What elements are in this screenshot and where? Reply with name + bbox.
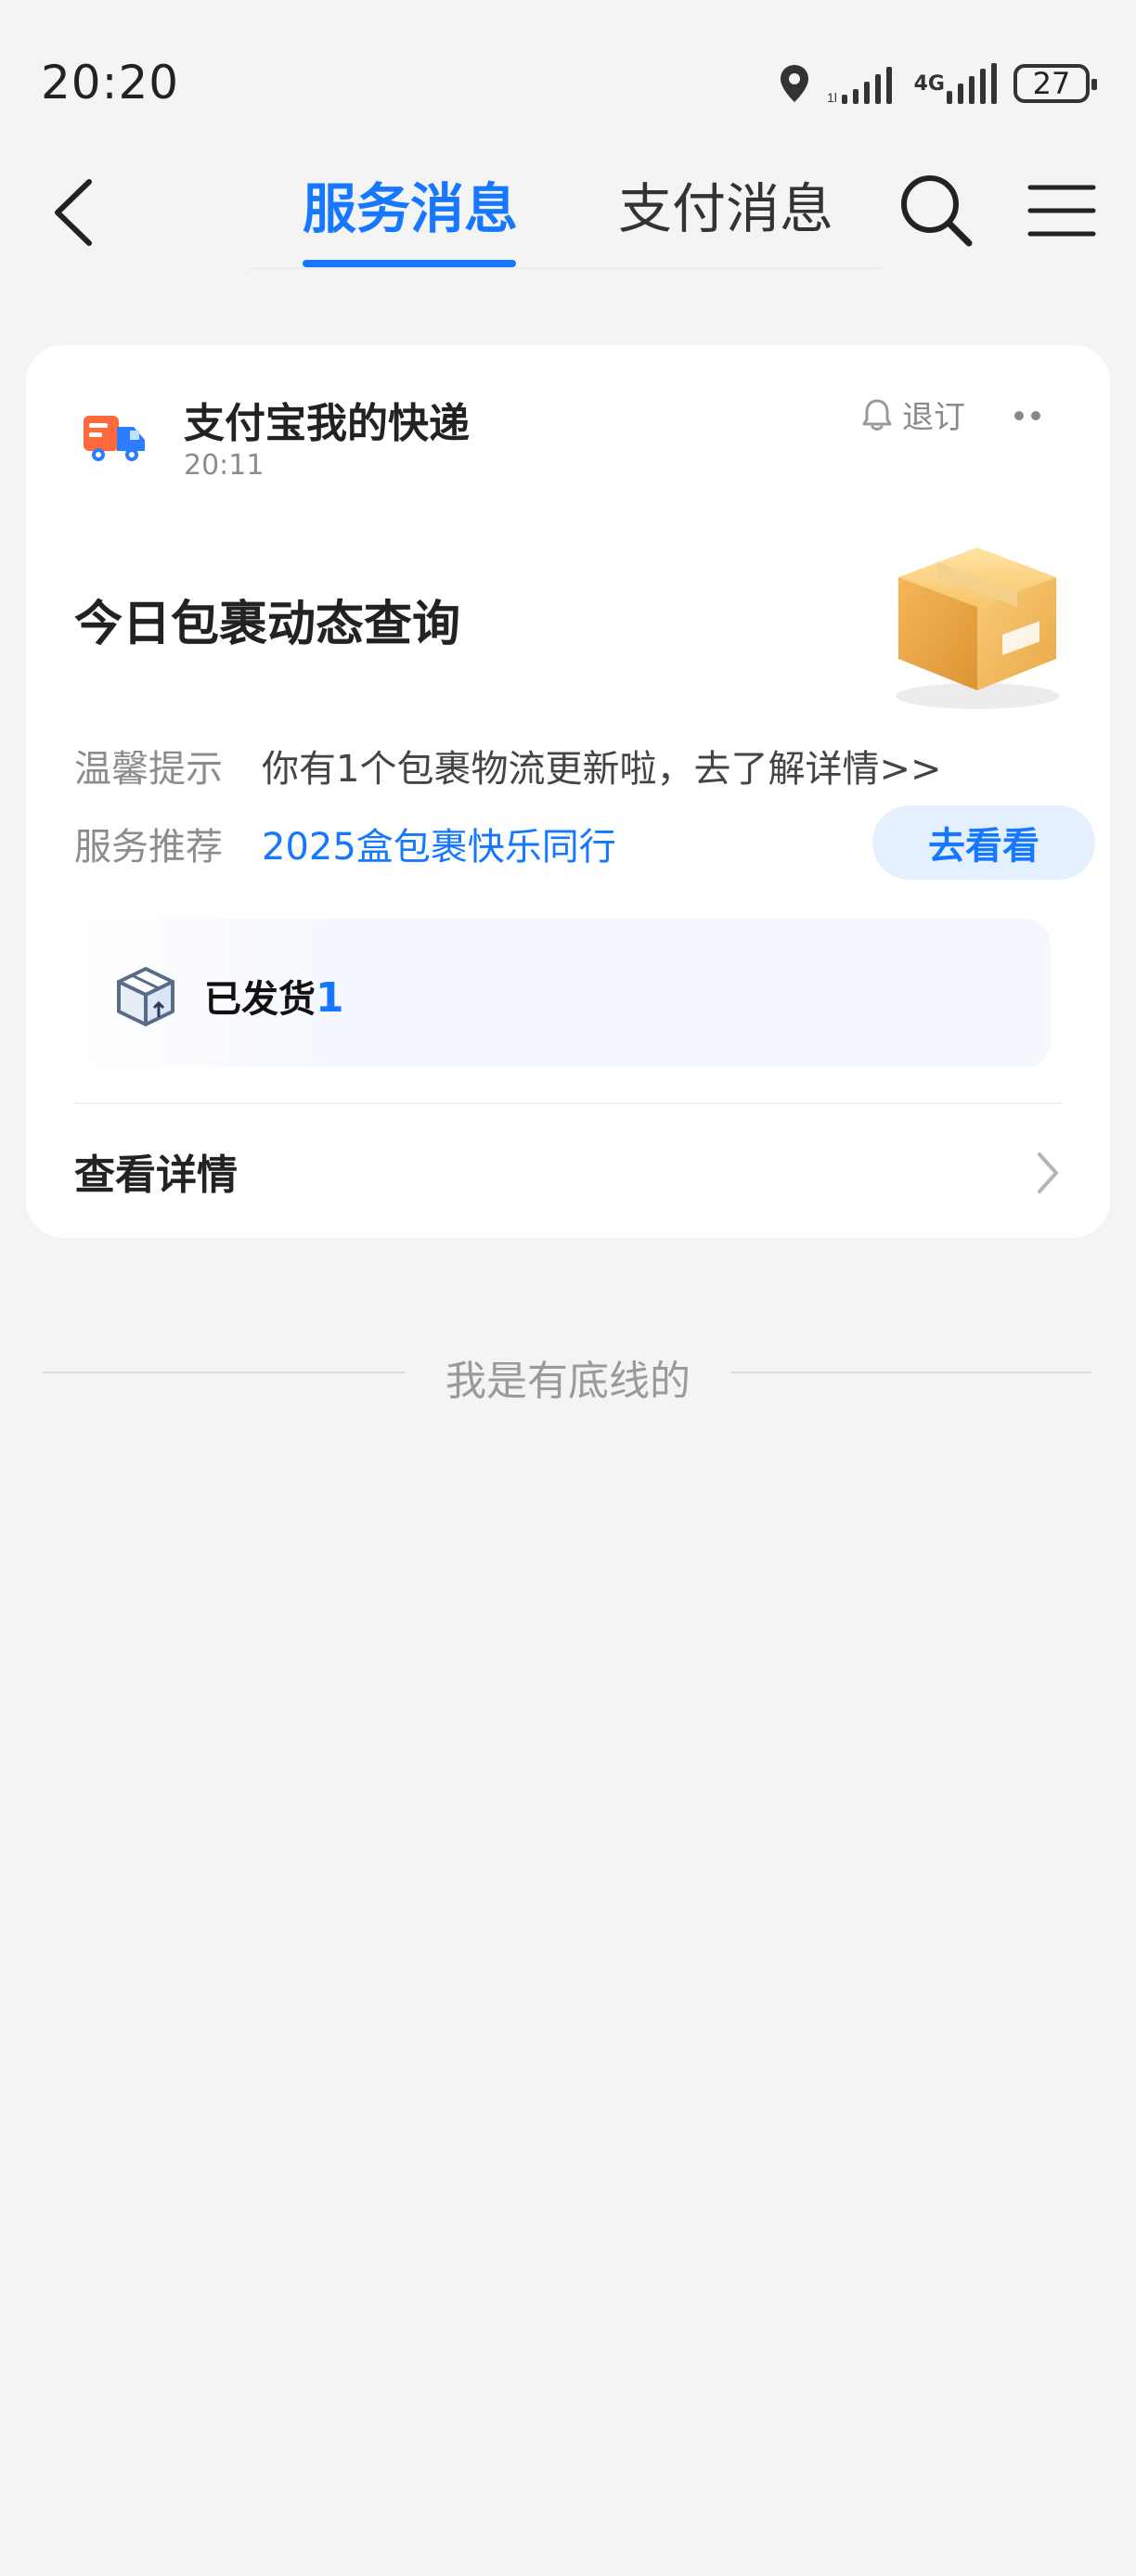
chevron-right-icon[interactable]	[1028, 1145, 1065, 1201]
recommend-label: 服务推荐	[74, 826, 223, 869]
battery-level: 27	[1032, 66, 1071, 101]
tip-value[interactable]: 你有1个包裹物流更新啦，去了解详情>>	[262, 739, 941, 792]
unsubscribe-button[interactable]: 退订	[861, 392, 965, 437]
battery-icon: 27	[1013, 64, 1097, 103]
card-divider	[74, 1102, 1062, 1104]
status-icons: 1l 4G 27	[779, 58, 1097, 109]
search-icon[interactable]	[897, 171, 975, 249]
active-tab-indicator	[303, 260, 516, 267]
unsubscribe-label: 退订	[902, 399, 965, 436]
message-headline: 今日包裹动态查询	[74, 597, 461, 652]
signal-icon: 1l	[827, 67, 892, 104]
location-icon	[780, 65, 808, 102]
shipped-label: 已发货1	[204, 969, 344, 1023]
svg-text:1l: 1l	[827, 90, 837, 104]
message-time: 20:11	[184, 449, 265, 482]
service-name[interactable]: 支付宝我的快递	[184, 390, 470, 449]
recommend-link[interactable]: 2025盒包裹快乐同行	[262, 817, 616, 870]
tab-divider	[251, 267, 882, 269]
end-of-list-label: 我是有底线的	[418, 1358, 718, 1405]
delivery-truck-icon	[74, 393, 158, 477]
shipped-count: 1	[316, 974, 344, 1022]
shipped-panel[interactable]: 已发货1	[74, 919, 1051, 1067]
network-type: 4G	[913, 72, 945, 96]
end-of-list-text: 我是有底线的	[0, 1347, 1136, 1407]
package-box-icon	[896, 547, 1059, 709]
more-options-icon[interactable]	[1004, 397, 1051, 434]
menu-icon[interactable]	[1026, 182, 1097, 239]
tip-label: 温馨提示	[74, 748, 223, 791]
bell-icon	[862, 399, 892, 431]
tab-payment-messages[interactable]: 支付消息	[618, 165, 833, 243]
go-see-button[interactable]: 去看看	[872, 805, 1095, 880]
shipped-text: 已发货	[204, 978, 316, 1021]
signal-4g-icon: 4G	[914, 63, 997, 104]
status-time: 20:20	[41, 56, 180, 109]
shipped-box-icon	[117, 967, 174, 1026]
tab-service-messages[interactable]: 服务消息	[303, 165, 518, 243]
view-details-link[interactable]: 查看详情	[74, 1141, 238, 1201]
message-card: 支付宝我的快递 20:11 退订 今日包裹动态查询 温馨提示 你有1个包裹物流更…	[26, 345, 1110, 1238]
back-icon[interactable]	[41, 171, 106, 254]
